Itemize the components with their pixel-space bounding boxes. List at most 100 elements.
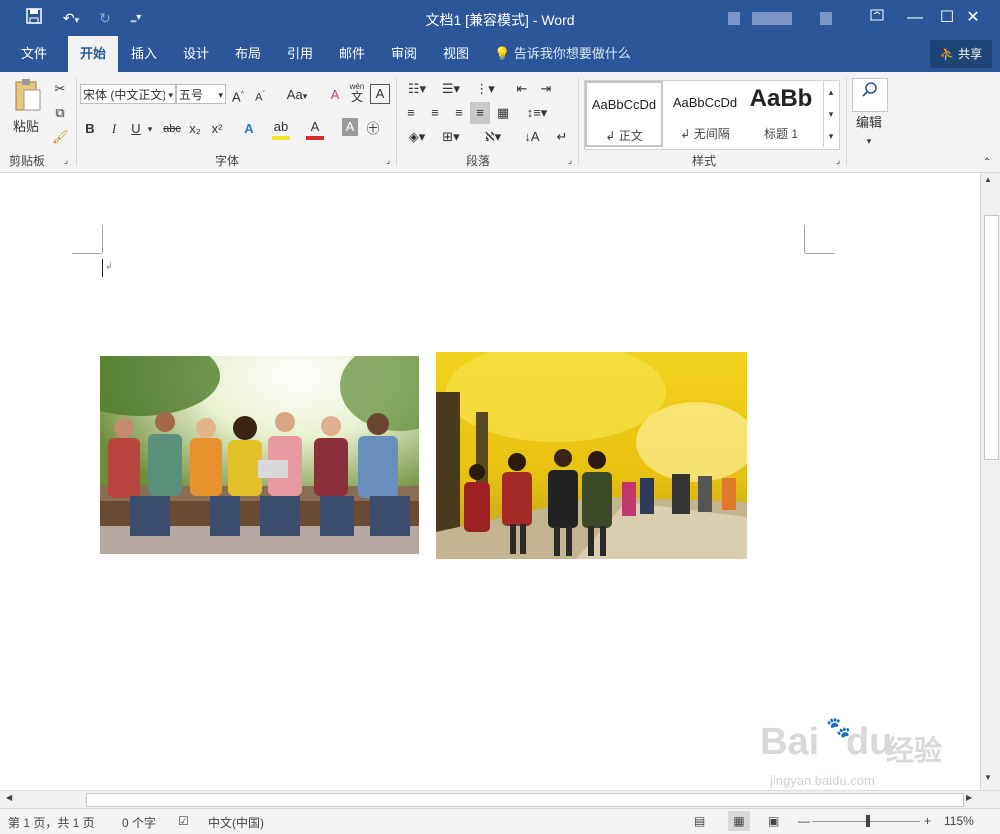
numbering-icon[interactable]: ☰▾: [436, 78, 466, 100]
font-launcher-icon[interactable]: ⌟: [382, 154, 394, 166]
zoom-slider-thumb[interactable]: [866, 815, 870, 827]
chevron-down-icon[interactable]: ▾: [145, 118, 155, 140]
scroll-right-icon[interactable]: ▶: [966, 793, 972, 802]
decrease-indent-icon[interactable]: ⇤: [512, 78, 532, 100]
align-right-icon[interactable]: ≡: [450, 102, 468, 124]
tab-file[interactable]: 文件: [10, 36, 58, 72]
chevron-down-icon[interactable]: ▾: [862, 130, 876, 152]
bullets-icon[interactable]: ☷▾: [402, 78, 432, 100]
ribbon-display-icon[interactable]: [862, 6, 892, 30]
paragraph-mark: ↲: [105, 261, 113, 271]
document-canvas[interactable]: ↲ Bai 🐾 du 经验 jingyan.baidu.com: [0, 173, 980, 790]
photo-people-bench[interactable]: [100, 356, 419, 554]
tab-insert[interactable]: 插入: [120, 36, 168, 72]
font-size-combo[interactable]: 五号 ▾: [176, 84, 226, 104]
paste-label[interactable]: 粘贴: [4, 116, 48, 138]
text-effects-icon[interactable]: A: [240, 118, 258, 140]
tab-home[interactable]: 开始: [68, 36, 118, 72]
phonetic-guide-icon[interactable]: wén 文: [348, 82, 366, 104]
page-count[interactable]: 第 1 页，共 1 页: [8, 814, 95, 831]
tab-design[interactable]: 设计: [172, 36, 220, 72]
shading-icon[interactable]: ◈▾: [402, 126, 432, 148]
style-sample: AaBbCcDd: [672, 95, 738, 110]
vertical-scroll-thumb[interactable]: [984, 215, 999, 460]
styles-launcher-icon[interactable]: ⌟: [832, 154, 844, 166]
search-icon[interactable]: [852, 78, 888, 112]
format-painter-icon[interactable]: 🖌: [52, 126, 69, 148]
read-mode-icon[interactable]: ▤: [694, 814, 705, 828]
font-name-combo[interactable]: 宋体 (中文正文) ▾: [80, 84, 176, 104]
styles-scroll-up-icon[interactable]: ▴: [823, 81, 838, 103]
change-case-button[interactable]: Aa▾: [282, 84, 312, 106]
style-name-text: 无间隔: [693, 127, 730, 141]
print-layout-icon[interactable]: ▦: [728, 811, 750, 831]
tab-review[interactable]: 审阅: [380, 36, 428, 72]
tell-me-text: 告诉我你想要做什么: [513, 46, 631, 61]
photo-ginkgo-walkway[interactable]: [436, 352, 747, 559]
underline-button[interactable]: U: [128, 118, 144, 140]
grow-font-icon[interactable]: A^: [230, 84, 246, 106]
style-name-text: 正文: [618, 129, 643, 143]
style-heading-1[interactable]: AaBb 标题 1: [745, 81, 817, 147]
asian-layout-icon[interactable]: ℵ▾: [478, 126, 508, 148]
line-spacing-icon[interactable]: ↕≡▾: [522, 102, 552, 124]
borders-icon[interactable]: ⊞▾: [436, 126, 466, 148]
scroll-up-icon[interactable]: ▲: [984, 175, 992, 184]
font-color-icon[interactable]: A: [306, 118, 324, 140]
tab-view[interactable]: 视图: [432, 36, 480, 72]
show-marks-icon[interactable]: ↵: [552, 126, 572, 148]
copy-icon[interactable]: ⧉: [52, 102, 68, 124]
word-count[interactable]: 0 个字: [122, 814, 156, 831]
multilevel-list-icon[interactable]: ⋮▾: [470, 78, 500, 100]
clear-formatting-icon[interactable]: A: [326, 84, 344, 106]
crop-mark: [805, 253, 835, 254]
distributed-icon[interactable]: ▦: [494, 102, 512, 124]
sort-icon[interactable]: ↓A: [522, 126, 542, 148]
watermark-bai: Bai: [760, 721, 820, 763]
bold-button[interactable]: B: [82, 118, 98, 140]
minimize-icon[interactable]: —: [900, 6, 930, 30]
font-name-value: 宋体 (中文正文): [83, 88, 165, 102]
collapse-ribbon-icon[interactable]: ⌃: [980, 152, 994, 174]
justify-icon[interactable]: ≡: [470, 102, 490, 124]
cut-icon[interactable]: ✂: [52, 78, 68, 100]
superscript-button[interactable]: x²: [208, 118, 226, 140]
share-label: 共享: [958, 47, 983, 61]
zoom-level[interactable]: 115%: [944, 814, 974, 828]
highlight-icon[interactable]: ab: [272, 118, 290, 140]
scroll-left-icon[interactable]: ◀: [6, 793, 12, 802]
italic-button[interactable]: I: [106, 118, 122, 140]
clipboard-launcher-icon[interactable]: ⌟: [60, 154, 72, 166]
tell-me-box[interactable]: 💡 告诉我你想要做什么: [494, 36, 644, 72]
web-layout-icon[interactable]: ▣: [768, 814, 779, 828]
horizontal-scroll-thumb[interactable]: [86, 793, 964, 807]
proofing-icon[interactable]: ☑: [178, 814, 189, 828]
horizontal-scrollbar[interactable]: ◀ ▶: [0, 790, 1000, 809]
paragraph-launcher-icon[interactable]: ⌟: [564, 154, 576, 166]
shrink-font-icon[interactable]: Aˇ: [252, 84, 268, 106]
styles-more-icon[interactable]: ▾: [823, 125, 838, 147]
language[interactable]: 中文(中国): [208, 814, 264, 831]
align-left-icon[interactable]: ≡: [402, 102, 420, 124]
close-icon[interactable]: ✕: [958, 6, 988, 30]
align-center-icon[interactable]: ≡: [426, 102, 444, 124]
zoom-in-icon[interactable]: +: [924, 814, 931, 828]
character-shading-icon[interactable]: A: [342, 118, 358, 136]
character-border-icon[interactable]: A: [370, 84, 390, 104]
scroll-down-icon[interactable]: ▼: [984, 773, 992, 782]
styles-scroll-down-icon[interactable]: ▾: [823, 103, 838, 125]
style-name: ↲ 正文: [605, 129, 643, 143]
vertical-scrollbar[interactable]: ▲ ▼: [980, 173, 1000, 790]
style-no-spacing[interactable]: AaBbCcDd ↲ 无间隔: [665, 81, 745, 147]
share-button[interactable]: ⛹ 共享: [930, 40, 992, 68]
tab-mailings[interactable]: 邮件: [328, 36, 376, 72]
style-normal[interactable]: AaBbCcDd ↲ 正文: [585, 81, 663, 147]
subscript-button[interactable]: x₂: [186, 118, 204, 140]
tab-references[interactable]: 引用: [276, 36, 324, 72]
status-bar: 第 1 页，共 1 页 0 个字 ☑ 中文(中国) ▤ ▦ ▣ — + 115%: [0, 808, 1000, 834]
tab-layout[interactable]: 布局: [224, 36, 272, 72]
strikethrough-button[interactable]: abc: [160, 118, 184, 140]
increase-indent-icon[interactable]: ⇥: [536, 78, 556, 100]
enclose-characters-icon[interactable]: ㊉: [364, 118, 382, 140]
zoom-out-icon[interactable]: —: [798, 814, 810, 828]
